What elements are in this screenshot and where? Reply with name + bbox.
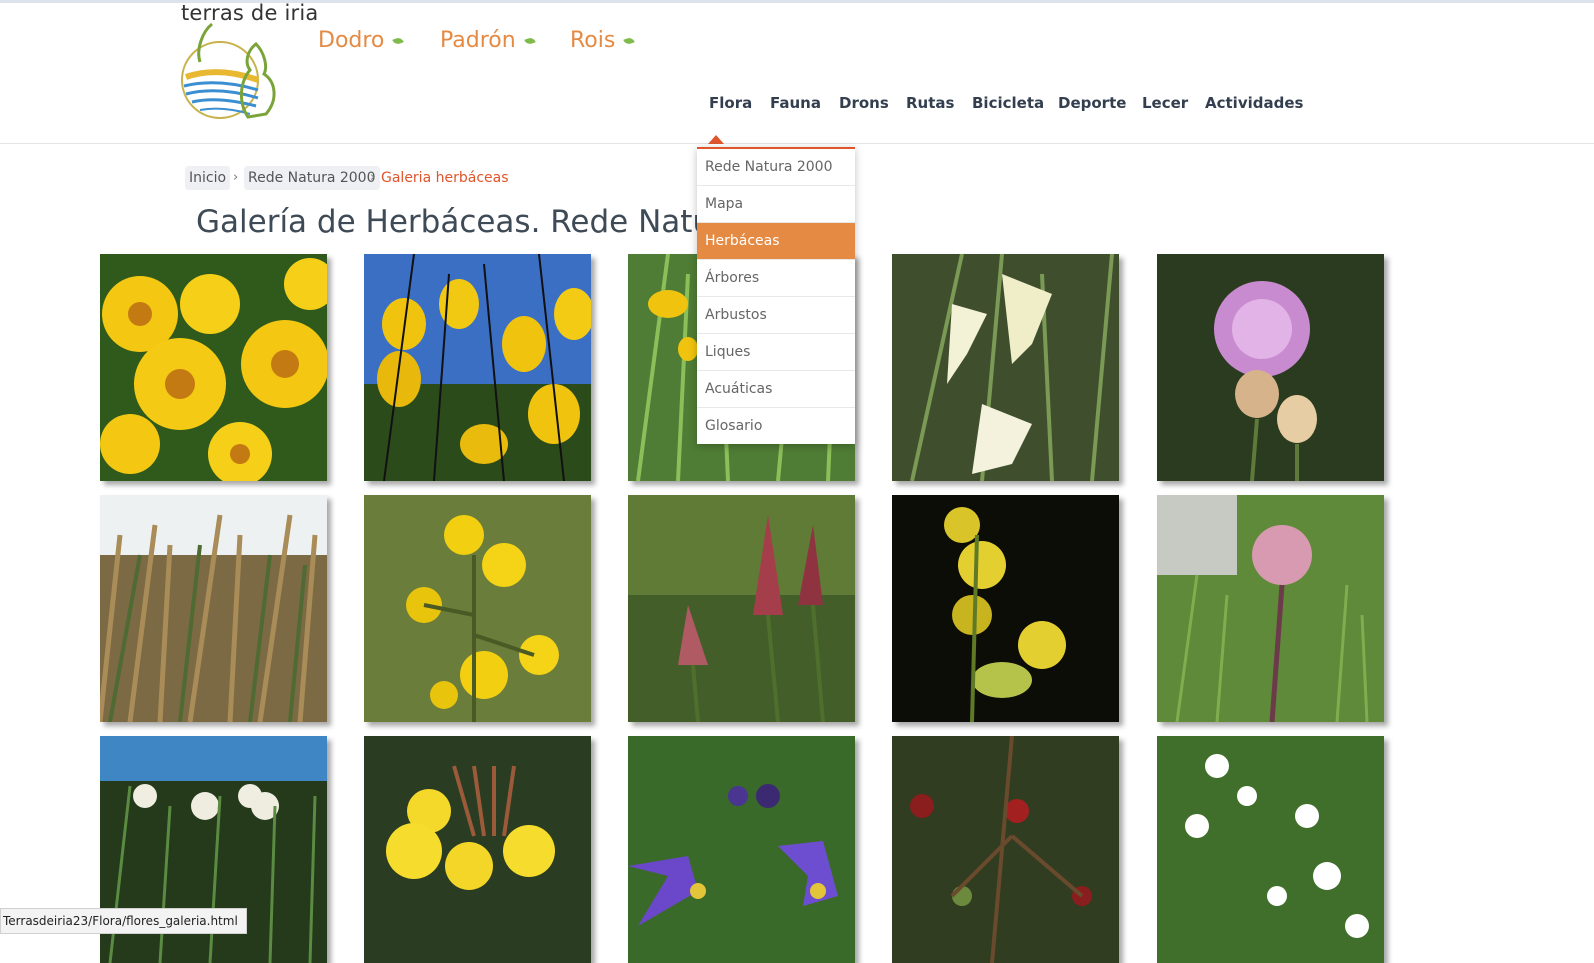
red-figwort-photo — [892, 736, 1119, 963]
nav-lecer[interactable]: Lecer — [1142, 94, 1188, 112]
menu-item-rede-natura[interactable]: Rede Natura 2000 — [697, 149, 855, 186]
nav-bicicleta[interactable]: Bicicleta — [972, 94, 1044, 112]
breadcrumb-inicio[interactable]: Inicio — [185, 166, 231, 190]
gallery-tile[interactable] — [1157, 495, 1384, 722]
breadcrumb-rede-natura[interactable]: Rede Natura 2000 — [244, 166, 380, 190]
gallery-tile[interactable] — [1157, 736, 1384, 963]
chevron-right-icon: › — [370, 170, 376, 185]
yellow-evening-primrose-photo — [364, 736, 591, 963]
pink-valerian-photo — [1157, 495, 1384, 722]
menu-item-glosario[interactable]: Glosario — [697, 408, 855, 444]
yellow-daffodils-photo — [364, 254, 591, 481]
menu-item-arbores[interactable]: Árbores — [697, 260, 855, 297]
flora-dropdown-menu: Rede Natura 2000 Mapa Herbáceas Árbores … — [697, 147, 855, 444]
chevron-right-icon: › — [233, 170, 239, 185]
purple-nightshade-photo — [628, 736, 855, 963]
tongue-orchid-photo — [628, 495, 855, 722]
leaf-icon — [523, 36, 536, 46]
menu-item-liques[interactable]: Liques — [697, 334, 855, 371]
grass-meadow-photo — [100, 495, 327, 722]
pink-thistle-photo — [1157, 254, 1384, 481]
gallery-tile[interactable] — [628, 736, 855, 963]
nav-actividades[interactable]: Actividades — [1205, 94, 1303, 112]
nav-deporte[interactable]: Deporte — [1058, 94, 1126, 112]
gallery-tile[interactable] — [628, 495, 855, 722]
gallery-tile[interactable] — [364, 254, 591, 481]
menu-item-arbustos[interactable]: Arbustos — [697, 297, 855, 334]
dropdown-caret-icon — [708, 135, 724, 144]
status-bar-url: Terrasdeiria23/Flora/flores_galeria.html — [0, 908, 247, 934]
yellow-daisy-photo — [100, 254, 327, 481]
nav-rutas[interactable]: Rutas — [906, 94, 954, 112]
nav-dodro[interactable]: Dodro — [318, 28, 405, 53]
menu-item-acuaticas[interactable]: Acuáticas — [697, 371, 855, 408]
yellow-meadow-rue-photo — [892, 495, 1119, 722]
gallery-tile[interactable] — [364, 495, 591, 722]
nav-drons[interactable]: Drons — [839, 94, 889, 112]
gallery-tile[interactable] — [892, 495, 1119, 722]
header-divider — [0, 143, 1594, 144]
nav-flora[interactable]: Flora — [709, 94, 752, 112]
nav-rois[interactable]: Rois — [570, 28, 636, 53]
site-logo-icon[interactable] — [178, 22, 288, 124]
menu-item-herbaceas[interactable]: Herbáceas — [697, 223, 855, 260]
leaf-icon — [623, 36, 636, 46]
white-narcissus-photo — [892, 254, 1119, 481]
menu-item-mapa[interactable]: Mapa — [697, 186, 855, 223]
gallery-tile[interactable] — [1157, 254, 1384, 481]
nav-padron[interactable]: Padrón — [440, 28, 536, 53]
white-bedstraw-photo — [1157, 736, 1384, 963]
gallery-tile[interactable] — [100, 254, 327, 481]
nav-fauna[interactable]: Fauna — [770, 94, 821, 112]
gallery-tile[interactable] — [892, 254, 1119, 481]
gallery-tile[interactable] — [892, 736, 1119, 963]
breadcrumb-current: Galeria herbáceas — [381, 170, 509, 186]
gallery-tile[interactable] — [100, 495, 327, 722]
st-johns-wort-photo — [364, 495, 591, 722]
leaf-icon — [392, 36, 405, 46]
gallery-tile[interactable] — [364, 736, 591, 963]
